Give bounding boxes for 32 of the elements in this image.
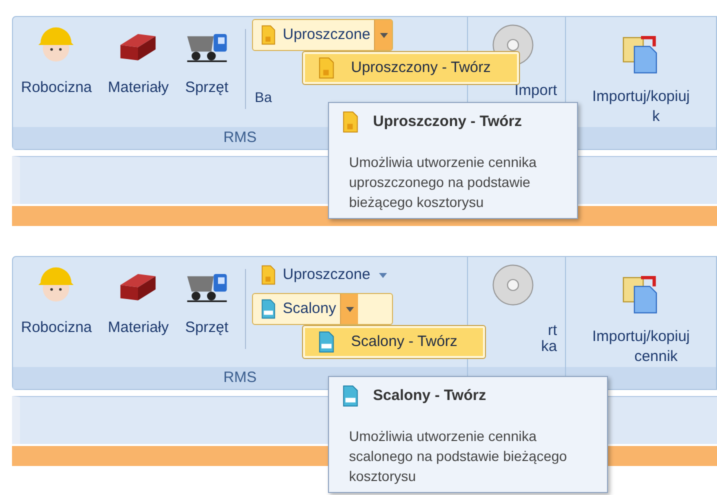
button-label[interactable]: Importuj/kopiuj xyxy=(592,87,690,107)
split-button-label: Scalony xyxy=(282,298,338,319)
split-button[interactable]: Uproszczone xyxy=(252,259,394,291)
ribbon-button[interactable]: Robocizna xyxy=(13,19,100,126)
caret-icon xyxy=(379,272,388,278)
split-button[interactable]: Scalony xyxy=(252,293,394,325)
menu-item[interactable]: Uproszczony - Twórz xyxy=(303,52,519,84)
caret-icon xyxy=(346,306,354,312)
tooltip-title: Uproszczony - Twórz xyxy=(373,112,522,132)
tooltip-title: Scalony - Twórz xyxy=(373,386,486,406)
group-label: Ba xyxy=(254,89,272,105)
button-label[interactable]: rt xyxy=(548,323,557,339)
caret-icon xyxy=(380,32,388,38)
group-label: RMS xyxy=(223,368,257,388)
tooltip-description: Umożliwia utworzenie cennika scalonego na podstawie bieżącego kosztorysu xyxy=(348,426,568,486)
button-label[interactable]: ka xyxy=(541,339,557,355)
split-button-label: Uproszczone xyxy=(282,264,372,285)
disc-icon xyxy=(490,263,534,307)
ribbon-button[interactable]: Sprzęt xyxy=(176,19,237,126)
split-button-label: Uproszczone xyxy=(282,24,372,45)
ribbon-button[interactable]: Materiały xyxy=(100,19,177,126)
button-label[interactable]: cennik xyxy=(634,347,678,367)
button-label[interactable]: k xyxy=(652,107,660,127)
ribbon-button[interactable]: Sprzęt xyxy=(176,259,237,366)
button-label[interactable]: Importuj/kopiuj xyxy=(592,327,690,347)
ribbon-button[interactable]: Robocizna xyxy=(13,259,100,366)
split-button[interactable]: Uproszczone xyxy=(252,19,394,51)
tooltip-description: Umożliwia utworzenie cennika uproszczonego na podstawie bieżącego kosztorysu xyxy=(348,152,538,212)
ribbon-button[interactable]: Materiały xyxy=(100,259,177,366)
button-label[interactable]: Import xyxy=(514,83,557,99)
menu-item[interactable]: Scalony - Twórz xyxy=(303,326,486,358)
group-label: RMS xyxy=(223,128,257,148)
